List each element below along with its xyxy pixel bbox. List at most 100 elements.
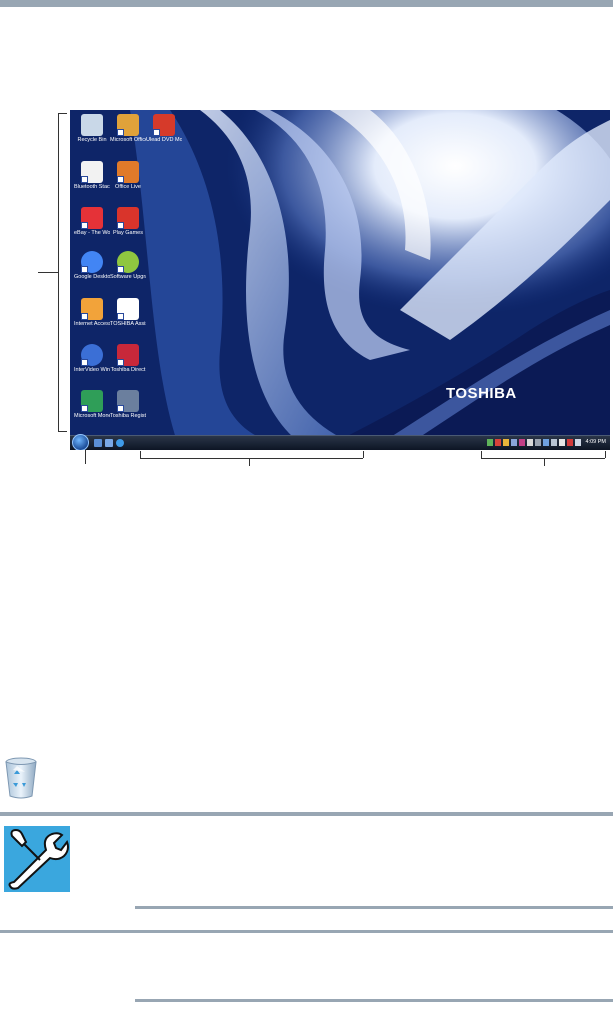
desktop-shortcut[interactable]: Google Desktop — [74, 251, 110, 280]
desktop-shortcut[interactable]: Software Upgrades — [110, 251, 146, 280]
desktop-shortcut-label: eBay - The World's O... — [74, 230, 110, 236]
desktop-screenshot: TOSHIBA Recycle BinMicrosoft Office - ..… — [70, 110, 610, 450]
tip-rule-bottom — [135, 906, 613, 909]
tray-app-icon[interactable] — [551, 439, 557, 446]
recycle-bin-icon — [81, 114, 103, 136]
desktop-shortcut-label: Play Games — [113, 230, 143, 236]
wrench-icon — [8, 828, 69, 890]
shortcut-arrow-icon — [81, 266, 88, 273]
tray-app-icon[interactable] — [527, 439, 533, 446]
wallpaper — [70, 110, 610, 450]
desktop-shortcut[interactable]: Recycle Bin — [74, 114, 110, 143]
desktop-shortcut-label: Toshiba Registration — [110, 413, 146, 419]
desktop-shortcut-label: Google Desktop — [74, 274, 110, 280]
show-desktop-icon[interactable] — [94, 439, 102, 447]
desktop-shortcut[interactable]: InterVideo WinDVD f... — [74, 344, 110, 373]
shortcut-arrow-icon — [81, 405, 88, 412]
section-rule — [0, 812, 613, 816]
desktop-shortcut-label: Software Upgrades — [110, 274, 146, 280]
tray-network-icon[interactable] — [487, 439, 493, 446]
tool-icon-box — [4, 826, 70, 892]
desktop-shortcut-label: Toshiba Direct — [110, 367, 146, 373]
shortcut-arrow-icon — [117, 222, 124, 229]
start-button[interactable] — [72, 434, 89, 450]
shortcut-arrow-icon — [153, 129, 160, 136]
windvd-icon — [81, 344, 103, 366]
desktop-shortcut[interactable]: eBay - The World's O... — [74, 207, 110, 236]
tray-power-icon[interactable] — [567, 439, 573, 446]
desktop-shortcut-label: Recycle Bin — [77, 137, 107, 143]
section-rule — [0, 930, 613, 933]
tray-battery-icon[interactable] — [559, 439, 565, 446]
taskbar-bracket — [140, 458, 363, 459]
desktop-shortcut-label: InterVideo WinDVD f... — [74, 367, 110, 373]
desktop-shortcut-label: Ulead DVD MovieFact... — [146, 137, 182, 143]
internet-access-icon — [81, 298, 103, 320]
icons-bracket-top — [58, 113, 67, 114]
tray-bracket — [481, 458, 605, 459]
desktop-shortcut[interactable]: TOSHIBA Assist — [110, 298, 146, 327]
toshiba-direct-icon — [117, 344, 139, 366]
desktop-shortcut[interactable]: Internet Access — [74, 298, 110, 327]
icons-callout-line — [38, 272, 58, 273]
taskbar-callout-line — [249, 458, 250, 466]
toshiba-logo: TOSHIBA — [446, 385, 517, 402]
desktop-shortcut-label: Microsoft Money ... — [74, 413, 110, 419]
desktop-shortcut-label: Microsoft Office - ... — [110, 137, 146, 143]
play-games-icon — [117, 207, 139, 229]
icons-bracket — [58, 113, 59, 431]
tray-bracket-right — [605, 451, 606, 458]
tray-callout-line — [544, 458, 545, 466]
document-icon — [81, 161, 103, 183]
shortcut-arrow-icon — [117, 266, 124, 273]
toshiba-registration-icon — [117, 390, 139, 412]
shortcut-arrow-icon — [117, 129, 124, 136]
google-desktop-icon — [81, 251, 103, 273]
desktop-shortcut[interactable]: Play Games — [110, 207, 146, 236]
office-live-icon — [117, 161, 139, 183]
shortcut-arrow-icon — [81, 222, 88, 229]
tray-app-icon[interactable] — [519, 439, 525, 446]
shortcut-arrow-icon — [81, 359, 88, 366]
shortcut-arrow-icon — [117, 313, 124, 320]
desktop-shortcut-label: Bluetooth Stack Ins... — [74, 184, 110, 190]
desktop-shortcut-label: Internet Access — [74, 321, 110, 327]
recycle-bin-icon — [5, 757, 37, 799]
tray-shield-icon[interactable] — [503, 439, 509, 446]
switch-windows-icon[interactable] — [105, 439, 113, 447]
shortcut-arrow-icon — [117, 176, 124, 183]
software-upgrades-icon — [117, 251, 139, 273]
taskbar[interactable]: 4:09 PM — [70, 434, 610, 450]
taskbar-clock: 4:09 PM — [585, 439, 606, 445]
shortcut-arrow-icon — [117, 405, 124, 412]
internet-explorer-icon[interactable] — [116, 439, 124, 447]
desktop-shortcut-label: TOSHIBA Assist — [110, 321, 146, 327]
desktop-shortcut[interactable]: Office Live — [110, 161, 146, 190]
top-rule — [0, 0, 613, 7]
ebay-icon — [81, 207, 103, 229]
shortcut-arrow-icon — [117, 359, 124, 366]
money-icon — [81, 390, 103, 412]
tray-display-icon[interactable] — [511, 439, 517, 446]
dvd-moviefactory-icon — [153, 114, 175, 136]
tray-app-icon[interactable] — [543, 439, 549, 446]
tray-bracket-left — [481, 451, 482, 458]
note-rule-bottom — [135, 999, 613, 1002]
desktop-shortcut[interactable]: Microsoft Office - ... — [110, 114, 146, 143]
taskbar-bracket-left — [140, 451, 141, 458]
desktop-shortcut[interactable]: Bluetooth Stack Ins... — [74, 161, 110, 190]
tray-app-icon[interactable] — [535, 439, 541, 446]
desktop-shortcut[interactable]: Microsoft Money ... — [74, 390, 110, 419]
desktop-shortcut-label: Office Live — [115, 184, 141, 190]
office-icon — [117, 114, 139, 136]
tray-security-icon[interactable] — [495, 439, 501, 446]
shortcut-arrow-icon — [81, 313, 88, 320]
icons-bracket-bottom — [58, 431, 67, 432]
desktop-shortcut[interactable]: Ulead DVD MovieFact... — [146, 114, 182, 143]
toshiba-assist-icon — [117, 298, 139, 320]
tray-volume-icon[interactable] — [575, 439, 581, 446]
desktop-shortcut[interactable]: Toshiba Direct — [110, 344, 146, 373]
taskbar-bracket-right — [363, 451, 364, 458]
shortcut-arrow-icon — [81, 176, 88, 183]
desktop-shortcut[interactable]: Toshiba Registration — [110, 390, 146, 419]
